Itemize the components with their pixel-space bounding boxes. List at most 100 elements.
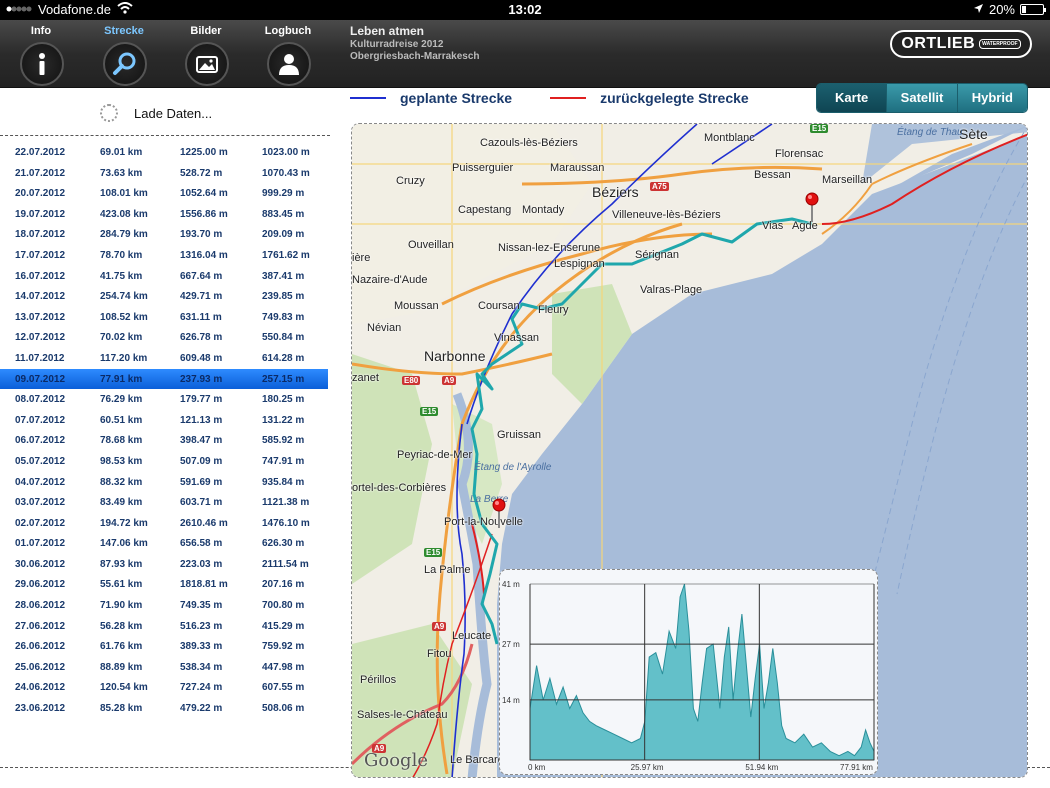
day-row[interactable]: 17.07.2012 78.70 km 1316.04 m 1761.62 m <box>0 245 328 266</box>
day-row[interactable]: 21.07.2012 73.63 km 528.72 m 1070.43 m <box>0 163 328 184</box>
day-distance: 61.76 km <box>100 641 143 653</box>
day-row[interactable]: 01.07.2012 147.06 km 656.58 m 626.30 m <box>0 533 328 554</box>
map-type-hybrid[interactable]: Hybrid <box>956 84 1027 112</box>
day-distance: 194.72 km <box>100 517 148 529</box>
day-descent: 257.15 m <box>262 373 305 385</box>
day-distance: 88.89 km <box>100 661 143 673</box>
day-distance: 254.74 km <box>100 291 148 303</box>
x-tick-label: 0 km <box>528 763 546 772</box>
day-descent: 415.29 m <box>262 620 305 632</box>
day-row[interactable]: 09.07.2012 77.91 km 237.93 m 257.15 m <box>0 368 328 390</box>
day-row[interactable]: 26.06.2012 61.76 km 389.33 m 759.92 m <box>0 636 328 657</box>
day-ascent: 749.35 m <box>180 600 223 612</box>
day-descent: 180.25 m <box>262 394 305 406</box>
day-row[interactable]: 16.07.2012 41.75 km 667.64 m 387.41 m <box>0 266 328 287</box>
day-ascent: 1225.00 m <box>180 147 228 158</box>
day-ascent: 1556.86 m <box>180 208 228 220</box>
day-distance: 87.93 km <box>100 558 143 570</box>
day-ascent: 516.23 m <box>180 620 223 632</box>
day-row[interactable]: 19.07.2012 423.08 km 1556.86 m 883.45 m <box>0 204 328 225</box>
day-row[interactable]: 18.07.2012 284.79 km 193.70 m 209.09 m <box>0 224 328 245</box>
legend-label: zurückgelegte Strecke <box>600 90 749 106</box>
day-row[interactable]: 08.07.2012 76.29 km 179.77 m 180.25 m <box>0 389 328 410</box>
day-date: 23.06.2012 <box>15 703 66 715</box>
elevation-chart: 41 m 27 m 14 m 0 km 25.97 km 51.94 km 77.91 km <box>502 580 875 772</box>
day-distance: 60.51 km <box>100 414 143 426</box>
day-row[interactable]: 30.06.2012 87.93 km 223.03 m 2111.54 m <box>0 554 328 575</box>
divider <box>0 135 330 136</box>
day-row[interactable]: 28.06.2012 71.90 km 749.35 m 700.80 m <box>0 595 328 616</box>
day-distance: 108.01 km <box>100 188 148 200</box>
logo-brand: ORTLIEB <box>901 35 976 52</box>
day-distance: 284.79 km <box>100 229 148 241</box>
day-date: 16.07.2012 <box>15 270 66 282</box>
map-type-karte[interactable]: Karte <box>817 84 887 112</box>
info-icon <box>20 42 64 86</box>
day-ascent: 237.93 m <box>180 373 223 385</box>
day-descent: 999.29 m <box>262 188 305 200</box>
day-descent: 935.84 m <box>262 476 305 488</box>
day-row[interactable]: 24.06.2012 120.54 km 727.24 m 607.55 m <box>0 677 328 698</box>
tab-info[interactable]: Info <box>6 20 76 88</box>
day-row[interactable]: 23.06.2012 85.28 km 479.22 m 508.06 m <box>0 698 328 719</box>
day-distance: 108.52 km <box>100 311 148 323</box>
day-distance: 77.91 km <box>100 373 143 385</box>
day-row[interactable]: 04.07.2012 88.32 km 591.69 m 935.84 m <box>0 472 328 493</box>
map-pin-icon[interactable] <box>492 498 506 528</box>
y-tick-label: 27 m <box>502 640 520 649</box>
day-row[interactable]: 03.07.2012 83.49 km 603.71 m 1121.38 m <box>0 492 328 513</box>
day-descent: 387.41 m <box>262 270 305 282</box>
map-pin-icon[interactable] <box>805 192 819 222</box>
day-distance: 85.28 km <box>100 703 143 715</box>
day-date: 28.06.2012 <box>15 600 66 612</box>
day-descent: 614.28 m <box>262 352 305 364</box>
day-date: 13.07.2012 <box>15 311 66 323</box>
elevation-area <box>529 583 875 761</box>
tab-strecke[interactable]: Strecke <box>89 20 159 88</box>
day-ascent: 538.34 m <box>180 661 223 673</box>
day-date: 11.07.2012 <box>15 352 65 364</box>
day-descent: 2111.54 m <box>262 558 309 570</box>
day-ascent: 193.70 m <box>180 229 223 241</box>
day-row[interactable]: 25.06.2012 88.89 km 538.34 m 447.98 m <box>0 657 328 678</box>
day-distance: 69.01 km <box>100 147 143 158</box>
day-row[interactable]: 13.07.2012 108.52 km 631.11 m 749.83 m <box>0 307 328 328</box>
day-ascent: 656.58 m <box>180 538 223 550</box>
day-row[interactable]: 12.07.2012 70.02 km 626.78 m 550.84 m <box>0 327 328 348</box>
day-row[interactable]: 06.07.2012 78.68 km 398.47 m 585.92 m <box>0 430 328 451</box>
day-row[interactable]: 07.07.2012 60.51 km 121.13 m 131.22 m <box>0 410 328 431</box>
day-ascent: 429.71 m <box>180 291 223 303</box>
day-date: 14.07.2012 <box>15 291 66 303</box>
location-arrow-icon <box>973 2 984 17</box>
loading-label: Lade Daten... <box>134 105 213 121</box>
day-row[interactable]: 27.06.2012 56.28 km 516.23 m 415.29 m <box>0 616 328 637</box>
day-descent: 585.92 m <box>262 435 305 447</box>
day-descent: 447.98 m <box>262 661 305 673</box>
map-type-satellit[interactable]: Satellit <box>886 84 957 112</box>
day-row[interactable]: 05.07.2012 98.53 km 507.09 m 747.91 m <box>0 451 328 472</box>
day-descent: 759.92 m <box>262 641 305 653</box>
day-row[interactable]: 22.07.2012 69.01 km 1225.00 m 1023.00 m <box>0 142 328 163</box>
day-row[interactable]: 29.06.2012 55.61 km 1818.81 m 207.16 m <box>0 574 328 595</box>
day-descent: 1023.00 m <box>262 147 310 158</box>
day-descent: 207.16 m <box>262 579 305 591</box>
day-ascent: 631.11 m <box>180 311 222 323</box>
day-row[interactable]: 20.07.2012 108.01 km 1052.64 m 999.29 m <box>0 183 328 204</box>
day-distance: 117.20 km <box>100 352 148 364</box>
day-descent: 1476.10 m <box>262 517 310 529</box>
elevation-profile: 41 m 27 m 14 m 0 km 25.97 km 51.94 km 77.91 km <box>499 569 878 775</box>
tab-bilder[interactable]: Bilder <box>171 20 241 88</box>
day-row[interactable]: 14.07.2012 254.74 km 429.71 m 239.85 m <box>0 286 328 307</box>
day-date: 24.06.2012 <box>15 682 66 694</box>
day-row[interactable]: 11.07.2012 117.20 km 609.48 m 614.28 m <box>0 348 328 369</box>
day-ascent: 479.22 m <box>180 703 223 715</box>
tab-logbuch[interactable]: Logbuch <box>253 20 323 88</box>
day-distance: 76.29 km <box>100 394 143 406</box>
day-distance: 147.06 km <box>100 538 148 550</box>
day-descent: 747.91 m <box>262 455 305 467</box>
day-list[interactable]: 22.07.2012 69.01 km 1225.00 m 1023.00 m 21.0… <box>0 142 328 719</box>
clock: 13:02 <box>508 2 542 17</box>
day-row[interactable]: 02.07.2012 194.72 km 2610.46 m 1476.10 m <box>0 513 328 534</box>
day-descent: 607.55 m <box>262 682 305 694</box>
day-descent: 626.30 m <box>262 538 305 550</box>
